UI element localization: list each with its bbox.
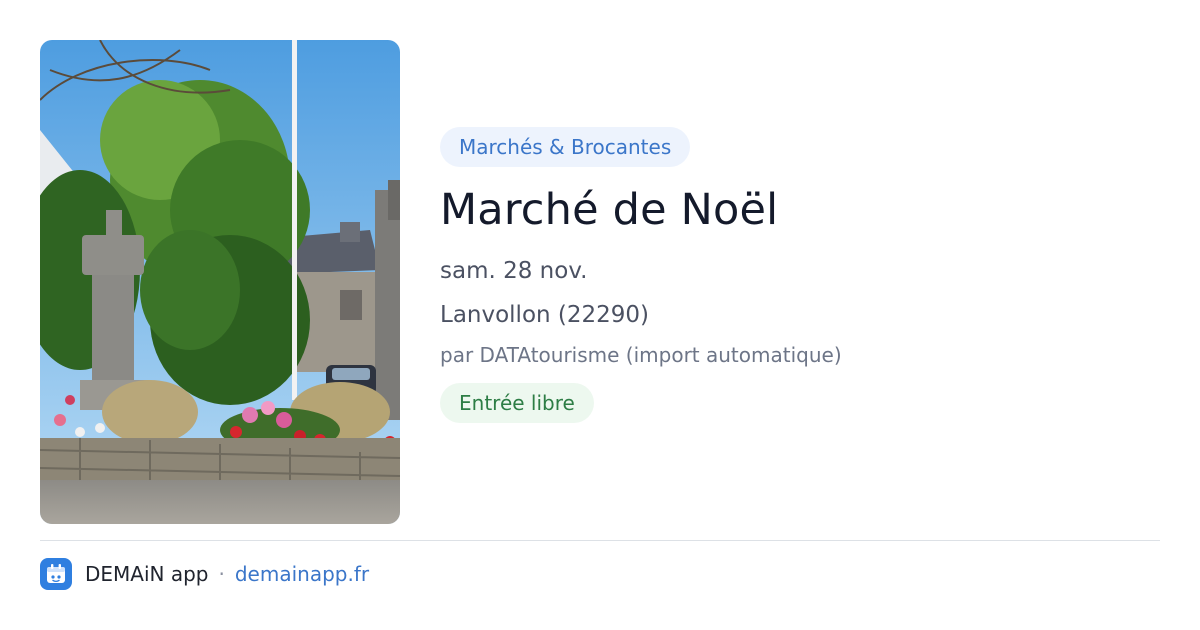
price-badge: Entrée libre — [440, 383, 594, 423]
footer-divider — [40, 540, 1160, 541]
event-card[interactable]: Marchés & Brocantes Marché de Noël sam. … — [0, 0, 1200, 630]
event-author: par DATAtourisme (import automatique) — [440, 343, 842, 367]
footer-separator: · — [218, 562, 225, 586]
footer: DEMAiN app · demainapp.fr — [40, 558, 369, 590]
event-date: sam. 28 nov. — [440, 258, 588, 284]
category-badge[interactable]: Marchés & Brocantes — [440, 127, 691, 167]
event-location: Lanvollon (22290) — [440, 302, 650, 328]
demain-app-icon — [40, 558, 72, 590]
app-url-link[interactable]: demainapp.fr — [235, 562, 369, 586]
event-photo — [40, 40, 400, 524]
event-info: Marchés & Brocantes Marché de Noël sam. … — [440, 127, 1160, 423]
event-title: Marché de Noël — [440, 185, 779, 235]
app-name: DEMAiN app — [85, 562, 209, 586]
